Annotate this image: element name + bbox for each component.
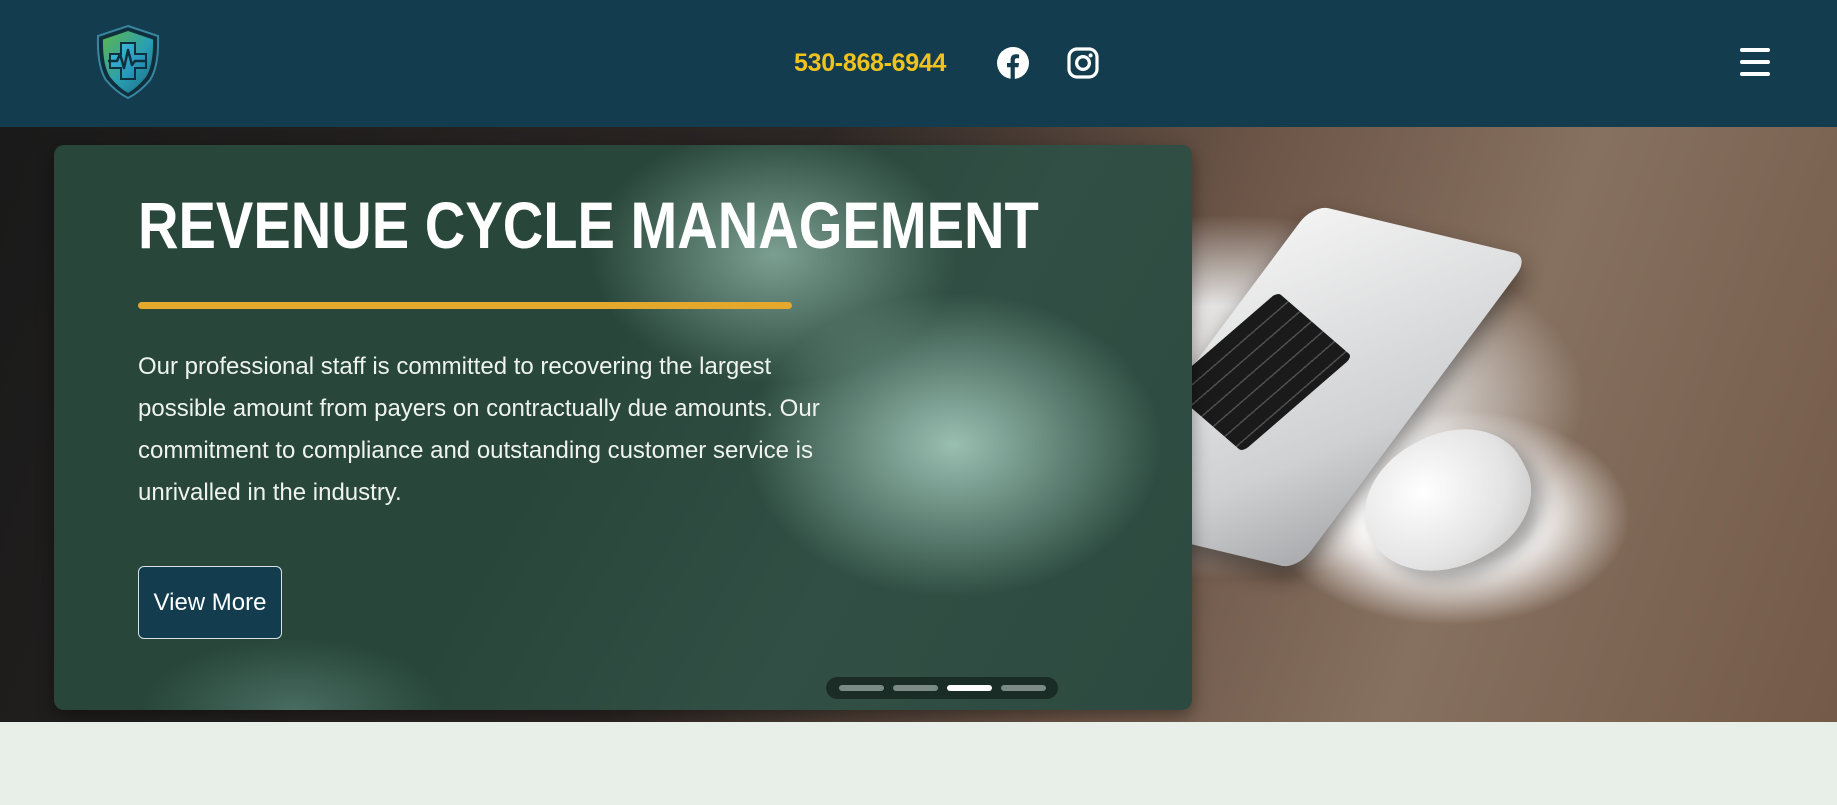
slide-dot-3[interactable] [946,685,992,691]
hamburger-menu-icon[interactable] [1740,48,1770,76]
hero-title: REVENUE CYCLE MANAGEMENT [138,188,1039,262]
title-divider [138,302,792,309]
slide-pagination [826,677,1058,699]
site-logo[interactable] [90,22,166,100]
hero-description: Our professional staff is committed to r… [138,353,820,506]
medical-shield-logo-icon [96,24,160,100]
phone-link[interactable]: 530-868-6944 [794,46,946,80]
site-header: 530-868-6944 [0,0,1837,127]
slide-dot-4[interactable] [1000,685,1046,691]
hero-slide-card: REVENUE CYCLE MANAGEMENT Our professiona… [54,145,1192,710]
slide-dot-2[interactable] [892,685,938,691]
view-more-button[interactable]: View More [138,566,282,639]
slide-dot-1[interactable] [838,685,884,691]
instagram-icon[interactable] [1066,46,1100,80]
content-section [0,722,1837,805]
facebook-icon[interactable] [996,46,1030,80]
